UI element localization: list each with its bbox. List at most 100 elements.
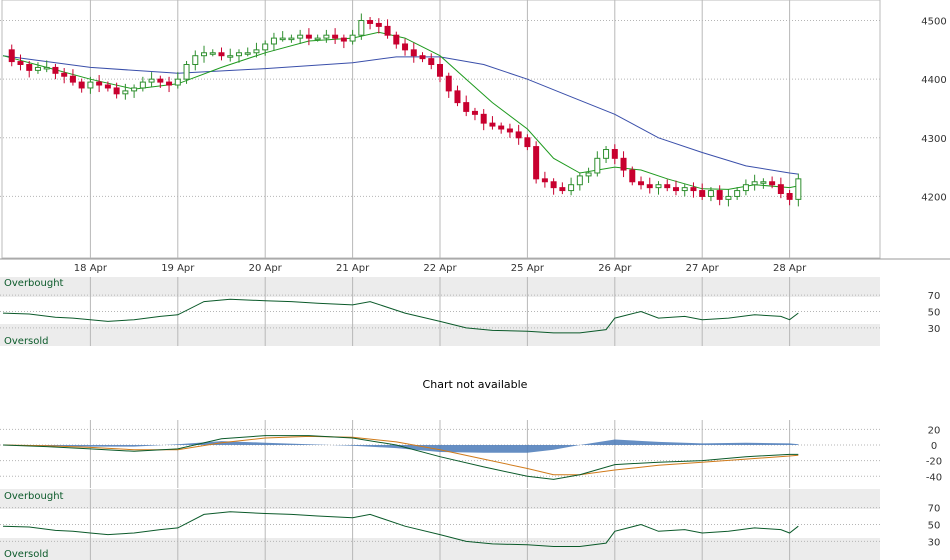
- price-candle-body-24: [209, 52, 216, 55]
- price-candle-body-78: [681, 187, 688, 192]
- price-candle-body-9: [78, 81, 85, 89]
- price-candle-body-88: [769, 181, 776, 186]
- macd-y-tick--20: -20: [926, 457, 942, 468]
- price-candle-body-79: [690, 187, 697, 192]
- price-candle-body-40: [349, 34, 356, 42]
- price-candle-body-17: [148, 78, 155, 83]
- price-candle-body-72: [629, 169, 636, 183]
- price-x-tick-5: 22 Apr: [423, 263, 457, 274]
- price-y-tick-4200: 4200: [921, 192, 946, 203]
- price-candle-body-5: [43, 66, 50, 70]
- price-candle-body-48: [419, 55, 426, 60]
- price-candle-body-28: [244, 52, 251, 55]
- price-candle-body-18: [157, 78, 164, 83]
- price-candle-body-90: [786, 193, 793, 200]
- price-candle-body-49: [428, 58, 435, 66]
- price-candle-body-37: [323, 34, 330, 39]
- stochastic-panel: Overbought Oversold 30 50 70: [0, 489, 940, 560]
- macd-panel: -40 -20 0 20: [0, 420, 942, 488]
- price-candle-body-22: [192, 55, 199, 65]
- price-candle-body-91: [795, 178, 802, 200]
- price-candle-body-13: [113, 87, 120, 95]
- rsi-y-tick-70: 70: [928, 291, 941, 302]
- price-candle-body-35: [305, 34, 312, 39]
- price-candle-body-47: [410, 49, 417, 57]
- rsi-overbought-label: Overbought: [4, 278, 64, 289]
- rsi-panel: Overbought Oversold 30 50 70: [0, 277, 940, 347]
- price-candle-body-64: [559, 187, 566, 192]
- price-candle-body-55: [480, 113, 487, 124]
- price-candle-body-21: [183, 64, 190, 80]
- price-candle-body-33: [288, 37, 295, 41]
- price-candle-body-56: [489, 122, 496, 127]
- chart-not-available-message: Chart not available: [423, 378, 528, 391]
- price-candle-body-19: [166, 81, 173, 86]
- price-x-tick-9: 28 Apr: [773, 263, 807, 274]
- price-candle-body-53: [463, 102, 470, 112]
- price-candle-body-16: [139, 81, 146, 89]
- stoch-y-tick-30: 30: [928, 537, 941, 548]
- price-candle-body-11: [96, 81, 103, 86]
- price-candle-body-14: [122, 90, 129, 95]
- price-candle-body-85: [742, 184, 749, 192]
- price-candle-body-39: [340, 37, 347, 42]
- price-candle-body-51: [445, 75, 452, 92]
- price-candle-body-54: [471, 110, 478, 115]
- price-x-tick-6: 25 Apr: [511, 263, 545, 274]
- price-candle-body-87: [760, 181, 767, 184]
- price-candle-body-15: [131, 87, 138, 92]
- price-candle-body-1: [8, 49, 15, 63]
- price-candle-body-38: [332, 34, 339, 39]
- price-candle-body-6: [52, 66, 59, 74]
- price-candle-body-31: [270, 37, 277, 45]
- price-candle-body-12: [104, 84, 111, 89]
- price-candle-body-66: [576, 175, 583, 186]
- price-candle-body-81: [707, 190, 714, 197]
- price-candle-body-45: [393, 34, 400, 45]
- price-candle-body-8: [69, 75, 76, 83]
- price-candle-body-76: [664, 184, 671, 189]
- price-plot-area: [1, 0, 881, 259]
- price-y-tick-4500: 4500: [921, 17, 946, 28]
- price-candle-body-52: [454, 90, 461, 104]
- macd-y-tick-20: 20: [928, 425, 941, 436]
- stoch-y-axis: 30 50 70: [928, 504, 941, 549]
- price-candle-body-80: [699, 190, 706, 197]
- price-candle-body-59: [515, 131, 522, 139]
- price-candle-body-84: [734, 190, 741, 197]
- price-candle-body-57: [498, 125, 505, 130]
- price-candle-body-44: [384, 25, 391, 36]
- price-candle-body-82: [716, 190, 723, 200]
- price-candle-body-68: [594, 157, 601, 174]
- price-candle-body-73: [638, 181, 645, 186]
- price-candle-body-41: [358, 20, 365, 36]
- price-candle-body-74: [646, 184, 653, 189]
- price-candle-body-34: [297, 34, 304, 39]
- price-candle-body-42: [367, 20, 374, 24]
- rsi-y-axis: 30 50 70: [928, 291, 941, 335]
- stoch-y-tick-70: 70: [928, 504, 941, 515]
- price-candle-body-32: [279, 37, 286, 41]
- price-candle-body-30: [262, 43, 269, 51]
- stoch-overbought-label: Overbought: [4, 491, 64, 502]
- price-y-tick-4400: 4400: [921, 75, 946, 86]
- stoch-y-tick-50: 50: [928, 521, 941, 532]
- price-candle-body-43: [375, 22, 382, 27]
- stoch-oversold-label: Oversold: [4, 549, 49, 560]
- price-candle-body-83: [725, 195, 732, 200]
- rsi-y-tick-50: 50: [928, 308, 941, 319]
- price-candle-body-67: [585, 172, 592, 177]
- price-candle-body-58: [506, 128, 513, 133]
- price-candle-body-60: [524, 137, 531, 148]
- price-candle-body-70: [611, 149, 618, 159]
- price-candle-body-2: [17, 61, 24, 65]
- price-x-tick-7: 26 Apr: [598, 263, 632, 274]
- price-x-tick-1: 18 Apr: [74, 263, 108, 274]
- price-candle-body-77: [672, 187, 679, 192]
- price-candle-body-65: [568, 184, 575, 192]
- rsi-oversold-label: Oversold: [4, 336, 49, 347]
- price-candle-body-20: [174, 78, 181, 86]
- price-candle-body-10: [87, 81, 94, 89]
- price-candle-body-69: [603, 149, 610, 159]
- macd-y-tick-0: 0: [931, 441, 937, 452]
